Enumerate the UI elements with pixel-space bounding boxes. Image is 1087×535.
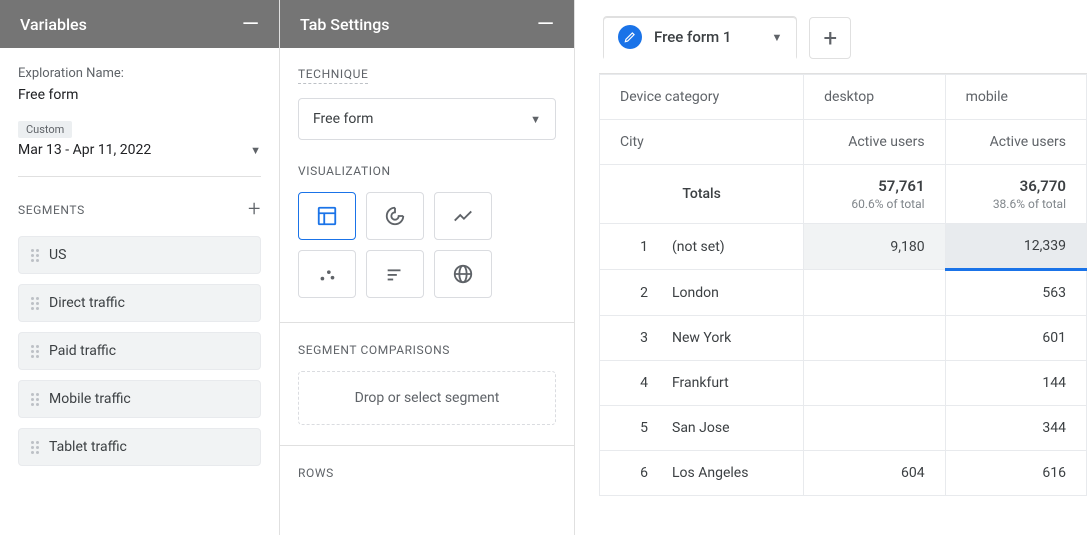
collapse-variables-button[interactable]: — (242, 12, 259, 37)
segment-label: Direct traffic (49, 295, 125, 311)
row-dimension-cell: 5San Jose (600, 406, 804, 451)
report-tab[interactable]: Free form 1 ▼ (603, 16, 797, 59)
totals-desktop: 57,761 60.6% of total (804, 165, 945, 224)
mobile-cell[interactable]: 616 (945, 451, 1086, 496)
tab-name: Free form 1 (654, 28, 731, 46)
tab-settings-header: Tab Settings — (280, 0, 574, 48)
donut-chart-icon (384, 205, 406, 227)
metric-header-mobile[interactable]: Active users (945, 120, 1086, 165)
variables-panel: Variables — Exploration Name: Free form … (0, 0, 280, 535)
viz-scatter-button[interactable] (298, 250, 356, 298)
mobile-cell[interactable]: 12,339 (945, 224, 1086, 270)
segments-section-title: SEGMENTS + (18, 197, 261, 222)
chevron-down-icon: ▼ (771, 31, 782, 44)
mobile-cell[interactable]: 563 (945, 270, 1086, 316)
report-table: Device category desktop mobile City Acti… (599, 73, 1087, 496)
segment-label: Mobile traffic (49, 391, 131, 407)
chevron-down-icon: ▼ (530, 113, 541, 126)
viz-donut-button[interactable] (366, 192, 424, 240)
segment-label: Tablet traffic (49, 439, 127, 455)
viz-line-button[interactable] (434, 192, 492, 240)
dimension-header-1: Device category (600, 75, 804, 120)
table-row[interactable]: 4Frankfurt 144 (600, 361, 1087, 406)
desktop-cell[interactable]: 9,180 (804, 224, 945, 270)
drag-handle-icon (31, 297, 39, 310)
date-range-selector[interactable]: Mar 13 - Apr 11, 2022 ▼ (18, 142, 261, 177)
scatter-icon (316, 263, 338, 285)
variables-title: Variables (20, 15, 87, 34)
desktop-cell[interactable] (804, 361, 945, 406)
row-dimension-cell: 6Los Angeles (600, 451, 804, 496)
column-header-desktop[interactable]: desktop (804, 75, 945, 120)
table-row[interactable]: 2London 563 (600, 270, 1087, 316)
segment-chip[interactable]: Paid traffic (18, 332, 261, 370)
collapse-settings-button[interactable]: — (537, 12, 554, 37)
table-icon (316, 205, 338, 227)
segment-chip[interactable]: Mobile traffic (18, 380, 261, 418)
drag-handle-icon (31, 441, 39, 454)
technique-label: TECHNIQUE (298, 67, 368, 84)
row-dimension-cell: 3New York (600, 316, 804, 361)
drag-handle-icon (31, 345, 39, 358)
segment-label: Paid traffic (49, 343, 116, 359)
add-segment-button[interactable]: + (248, 197, 261, 222)
row-dimension-cell: 2London (600, 270, 804, 316)
report-area: Free form 1 ▼ + Device category desktop … (575, 0, 1087, 535)
segment-chip[interactable]: Direct traffic (18, 284, 261, 322)
totals-label: Totals (600, 165, 804, 224)
desktop-cell[interactable]: 604 (804, 451, 945, 496)
viz-geo-button[interactable] (434, 250, 492, 298)
date-range-chip: Custom (18, 121, 72, 138)
edit-icon (618, 25, 642, 49)
tab-settings-panel: Tab Settings — TECHNIQUE Free form ▼ VIS… (280, 0, 575, 535)
desktop-cell[interactable] (804, 270, 945, 316)
column-header-mobile[interactable]: mobile (945, 75, 1086, 120)
table-row[interactable]: 1(not set)9,18012,339 (600, 224, 1087, 270)
line-chart-icon (452, 205, 474, 227)
segment-drop-zone[interactable]: Drop or select segment (298, 371, 556, 425)
dimension-header-2: City (600, 120, 804, 165)
technique-value: Free form (313, 111, 373, 127)
exploration-name-label: Exploration Name: (18, 66, 261, 81)
technique-select[interactable]: Free form ▼ (298, 98, 556, 140)
metric-header-desktop[interactable]: Active users (804, 120, 945, 165)
totals-mobile: 36,770 38.6% of total (945, 165, 1086, 224)
viz-bar-button[interactable] (366, 250, 424, 298)
add-tab-button[interactable]: + (809, 17, 851, 59)
row-dimension-cell: 4Frankfurt (600, 361, 804, 406)
segment-chip[interactable]: US (18, 236, 261, 274)
date-range-text: Mar 13 - Apr 11, 2022 (18, 142, 151, 158)
drag-handle-icon (31, 393, 39, 406)
desktop-cell[interactable] (804, 316, 945, 361)
segments-label: SEGMENTS (18, 203, 85, 217)
row-dimension-cell: 1(not set) (600, 224, 804, 270)
table-row[interactable]: 6Los Angeles604616 (600, 451, 1087, 496)
tab-settings-title: Tab Settings (300, 15, 390, 34)
segment-label: US (49, 247, 66, 263)
chevron-down-icon: ▼ (250, 144, 261, 157)
bar-chart-icon (384, 263, 406, 285)
segment-comparisons-label: SEGMENT COMPARISONS (298, 343, 556, 357)
rows-label: ROWS (298, 466, 556, 480)
globe-icon (452, 263, 474, 285)
mobile-cell[interactable]: 344 (945, 406, 1086, 451)
table-row[interactable]: 3New York 601 (600, 316, 1087, 361)
mobile-cell[interactable]: 144 (945, 361, 1086, 406)
table-row[interactable]: 5San Jose 344 (600, 406, 1087, 451)
visualization-label: VISUALIZATION (298, 164, 556, 178)
exploration-name-value[interactable]: Free form (18, 87, 261, 103)
viz-table-button[interactable] (298, 192, 356, 240)
variables-header: Variables — (0, 0, 279, 48)
mobile-cell[interactable]: 601 (945, 316, 1086, 361)
desktop-cell[interactable] (804, 406, 945, 451)
drag-handle-icon (31, 249, 39, 262)
totals-row: Totals 57,761 60.6% of total 36,770 38.6… (600, 165, 1087, 224)
segment-chip[interactable]: Tablet traffic (18, 428, 261, 466)
